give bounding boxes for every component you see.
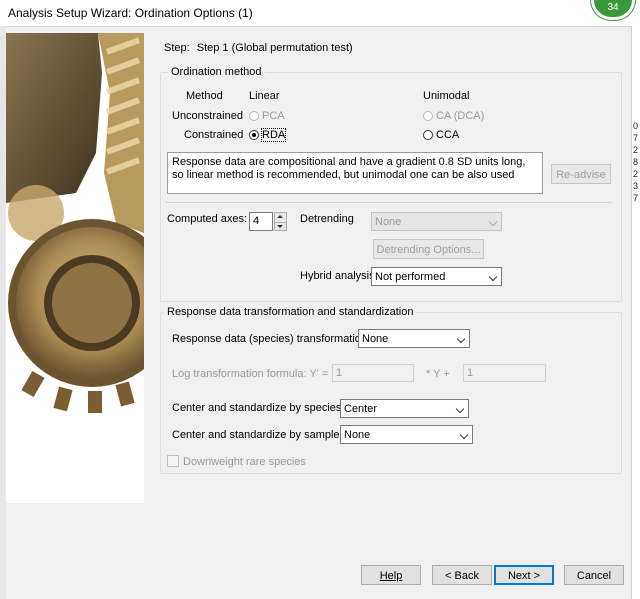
detrending-label: Detrending	[300, 213, 354, 225]
radio-ca-dca[interactable]: CA (DCA)	[423, 110, 484, 122]
back-label: < Back	[445, 570, 479, 582]
radio-circle-icon	[249, 111, 259, 121]
radio-pca-label: PCA	[262, 110, 285, 122]
downweight-checkbox[interactable]: Downweight rare species	[167, 455, 306, 468]
center-samples-select[interactable]: None	[340, 425, 473, 444]
chevron-down-icon	[488, 217, 498, 227]
linear-header: Linear	[249, 90, 280, 102]
bg-number: 7	[633, 133, 639, 143]
species-transformation-value: None	[362, 333, 389, 345]
cancel-label: Cancel	[576, 570, 612, 582]
bg-number: 8	[633, 157, 639, 167]
radio-pca[interactable]: PCA	[249, 110, 285, 122]
hybrid-analysis-value: Not performed	[375, 271, 446, 283]
step-prefix: Step:	[164, 42, 190, 54]
back-button[interactable]: < Back	[432, 565, 492, 585]
step-value: Step 1 (Global permutation test)	[196, 42, 353, 54]
advice-text: Response data are compositional and have…	[172, 156, 526, 181]
radio-selected-icon	[249, 130, 259, 140]
chevron-down-icon	[455, 404, 465, 414]
bg-number: 0	[633, 121, 639, 131]
radio-circle-icon	[423, 111, 433, 121]
radio-cca[interactable]: CCA	[423, 129, 459, 141]
next-label: Next >	[507, 570, 541, 582]
chevron-down-icon	[459, 430, 469, 440]
unimodal-header: Unimodal	[423, 90, 470, 102]
unconstrained-label: Unconstrained	[172, 110, 243, 122]
chevron-down-icon	[456, 334, 466, 344]
advice-textbox[interactable]: Response data are compositional and have…	[167, 152, 543, 194]
detrending-options-button[interactable]: Detrending Options...	[373, 239, 484, 259]
cancel-button[interactable]: Cancel	[564, 565, 624, 585]
bg-number: 2	[633, 145, 639, 155]
species-transformation-label: Response data (species) transformation	[172, 333, 368, 345]
constrained-label: Constrained	[184, 129, 244, 141]
radio-circle-icon	[423, 130, 433, 140]
center-species-select[interactable]: Center	[340, 399, 469, 418]
radio-rda[interactable]: RDA	[249, 128, 287, 142]
computed-axes-input[interactable]: 4	[249, 212, 273, 231]
readvise-button[interactable]: Re-advise	[551, 164, 611, 184]
spin-up-button[interactable]	[275, 213, 286, 222]
wizard-illustration-gears	[6, 33, 144, 503]
bg-number: 3	[633, 181, 639, 191]
ordination-method-title: Ordination method	[168, 66, 265, 78]
divider	[166, 202, 612, 203]
chevron-down-icon	[488, 272, 498, 282]
center-species-label: Center and standardize by species	[172, 402, 342, 414]
center-species-value: Center	[344, 403, 378, 415]
computed-axes-spinner[interactable]	[274, 212, 287, 231]
log-coefficient-input[interactable]: 1	[332, 364, 414, 382]
radio-rda-label: RDA	[260, 128, 287, 142]
computed-axes-label: Computed axes:	[167, 213, 248, 225]
log-formula-label: Log transformation formula: Y' =	[172, 368, 329, 380]
step-indicator: Step: Step 1 (Global permutation test)	[164, 42, 353, 54]
arrow-down-icon	[277, 224, 283, 228]
method-header: Method	[186, 90, 223, 102]
help-label: Help	[379, 570, 403, 582]
spin-down-button[interactable]	[275, 221, 286, 231]
title-bar: Analysis Setup Wizard: Ordination Option…	[0, 0, 640, 27]
center-samples-value: None	[344, 429, 371, 441]
checkbox-icon	[167, 455, 179, 467]
hybrid-analysis-label: Hybrid analysis	[300, 270, 375, 282]
transformation-title: Response data transformation and standar…	[164, 306, 417, 318]
advice-scrollbar[interactable]	[532, 153, 542, 193]
center-samples-label: Center and standardize by samples	[172, 429, 346, 441]
log-offset-input[interactable]: 1	[463, 364, 546, 382]
hybrid-analysis-select[interactable]: Not performed	[371, 267, 502, 286]
radio-ca-label: CA (DCA)	[436, 110, 485, 122]
bg-number: 7	[633, 193, 639, 203]
detrending-select[interactable]: None	[371, 212, 502, 231]
species-transformation-select[interactable]: None	[358, 329, 470, 348]
bg-number: 2	[633, 169, 639, 179]
log-formula-mid: * Y +	[426, 368, 450, 380]
arrow-up-icon	[277, 215, 283, 218]
background-window-edge-right	[631, 26, 640, 599]
window-title: Analysis Setup Wizard: Ordination Option…	[8, 6, 253, 20]
downweight-label: Downweight rare species	[183, 456, 306, 468]
radio-cca-label: CCA	[436, 129, 460, 141]
help-button[interactable]: Help	[361, 565, 421, 585]
next-button[interactable]: Next >	[494, 565, 554, 585]
background-numbers: 0 7 2 8 2 3 7	[633, 120, 638, 204]
detrending-value: None	[375, 216, 402, 228]
